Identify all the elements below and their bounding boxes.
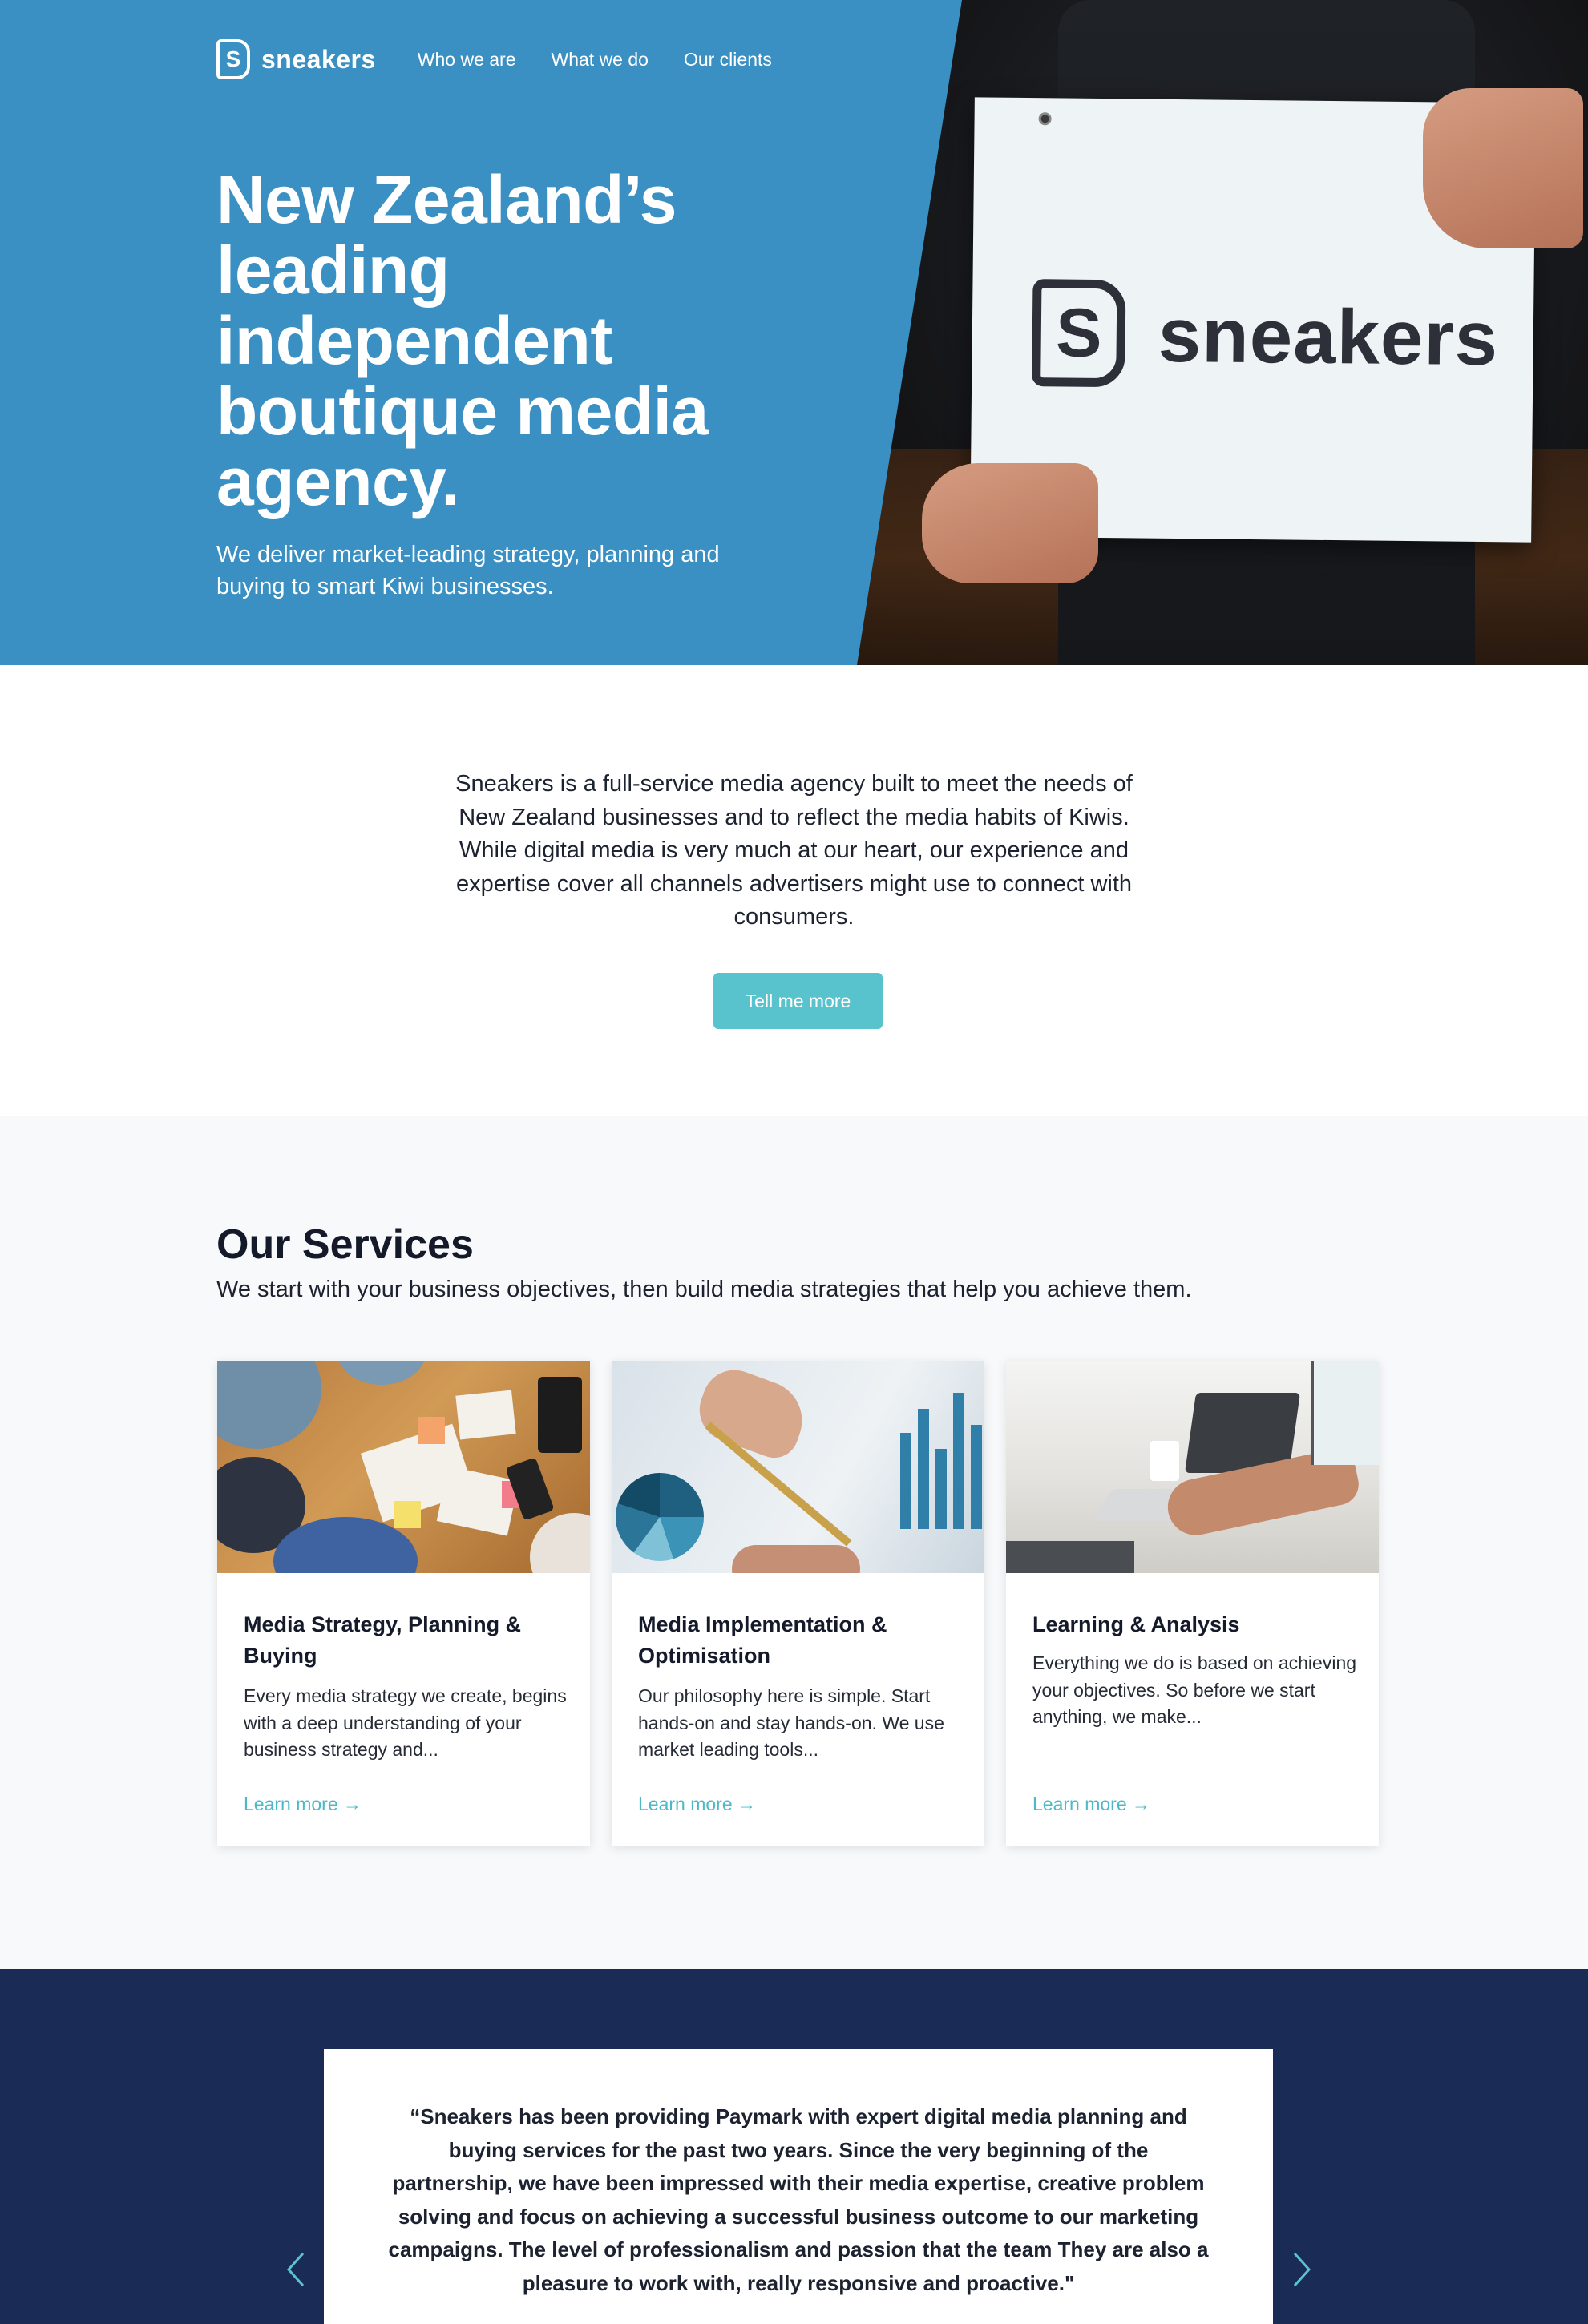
service-image-laptop-typing [1006,1361,1379,1573]
intro-text: Sneakers is a full-service media agency … [455,771,1133,930]
hero-title: New Zealand’s leading independent boutiq… [216,162,709,519]
nav-links: Who we are What we do Our clients [418,49,772,71]
photo-hand-right [1423,88,1583,248]
nav-link-who-we-are[interactable]: Who we are [418,49,516,71]
card-description: Our philosophy here is simple. Start han… [638,1685,944,1760]
learn-more-link[interactable]: Learn more → [638,1793,756,1815]
hero-section: S sneakers S sneakers Who we are What we… [0,0,1588,665]
service-card: Media Implementation & Optimisation Our … [612,1361,984,1846]
logo-wordmark[interactable]: sneakers [261,45,376,75]
services-subtitle: We start with your business objectives, … [216,1277,1192,1302]
testimonial-card: “Sneakers has been providing Paymark wit… [324,2049,1273,2324]
sign-logo-icon: S [1032,279,1126,388]
card-title: Media Implementation & Optimisation [638,1612,887,1668]
card-body: Media Implementation & Optimisation Our … [638,1609,963,1764]
photo-hand-left [922,463,1098,583]
logo-icon[interactable]: S [216,39,250,79]
service-card: Media Strategy, Planning & Buying Every … [217,1361,590,1846]
card-description: Every media strategy we create, begins w… [244,1685,567,1760]
sign-hole [1038,112,1052,126]
nav-link-our-clients[interactable]: Our clients [684,49,772,71]
learn-more-link[interactable]: Learn more → [244,1793,362,1815]
card-body: Media Strategy, Planning & Buying Every … [244,1609,568,1764]
carousel-next-button[interactable] [1287,2245,1319,2294]
tell-me-more-button[interactable]: Tell me more [713,973,883,1029]
service-card: Learning & Analysis Everything we do is … [1006,1361,1379,1846]
services-section: Our Services We start with your business… [0,1116,1588,1969]
chevron-right-icon [1293,2252,1311,2287]
top-nav: S sneakers Who we are What we do Our cli… [216,38,772,80]
nav-link-what-we-do[interactable]: What we do [552,49,649,71]
hero-subtitle: We deliver market-leading strategy, plan… [216,542,720,599]
card-description: Everything we do is based on achieving y… [1032,1652,1357,1727]
services-title: Our Services [216,1221,474,1268]
card-body: Learning & Analysis Everything we do is … [1032,1609,1357,1731]
chevron-left-icon [286,2252,305,2287]
carousel-prev-button[interactable] [279,2245,311,2294]
card-title: Learning & Analysis [1032,1612,1240,1636]
service-image-charts-pen [612,1361,984,1573]
learn-more-link[interactable]: Learn more → [1032,1793,1150,1815]
hero-photo: S sneakers [850,0,1588,665]
sign-logo-word: sneakers [1158,292,1499,382]
card-title: Media Strategy, Planning & Buying [244,1612,522,1668]
testimonial-section: “Sneakers has been providing Paymark wit… [0,1969,1588,2324]
testimonial-quote: “Sneakers has been providing Paymark wit… [388,2104,1209,2295]
service-image-team-meeting [217,1361,590,1573]
intro-section: Sneakers is a full-service media agency … [0,665,1588,1116]
